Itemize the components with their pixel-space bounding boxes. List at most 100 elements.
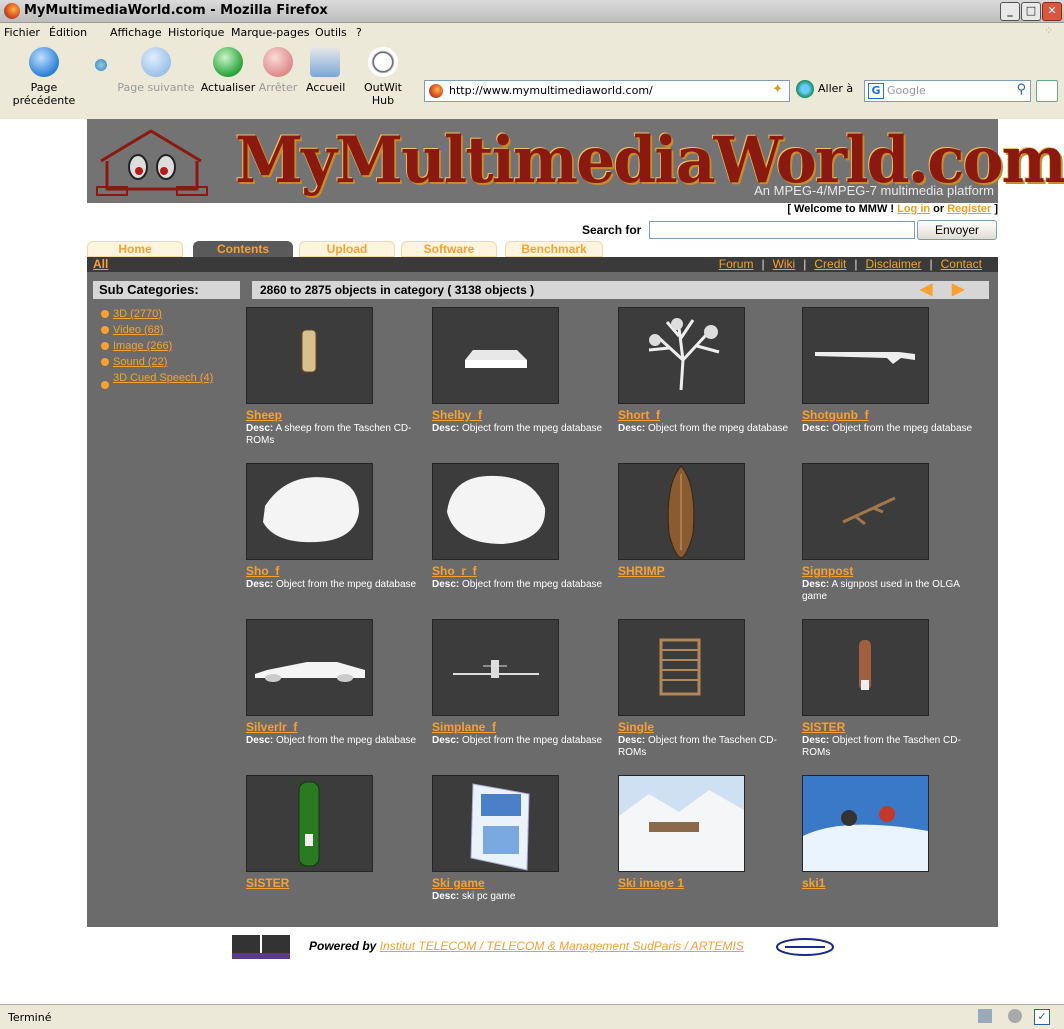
site-search-input[interactable] — [649, 221, 915, 239]
institut-link[interactable]: Institut TELECOM / TELECOM & Management … — [380, 939, 744, 953]
close-button[interactable]: ✕ — [1042, 2, 1062, 21]
search-magnifier-icon[interactable]: ⚲ — [1016, 82, 1026, 97]
minimize-button[interactable]: _ — [1000, 2, 1020, 21]
object-name[interactable]: Sho_f — [246, 564, 426, 578]
welcome-or: or — [930, 203, 948, 215]
object-thumbnail[interactable] — [432, 775, 559, 872]
wiki-link[interactable]: Wiki — [773, 257, 796, 271]
prev-page-arrow-icon[interactable]: ◀ — [920, 281, 932, 299]
desc-text: Object from the mpeg database — [459, 579, 603, 590]
disclaimer-link[interactable]: Disclaimer — [866, 257, 922, 271]
object-name[interactable]: Shotgunb_f — [802, 408, 982, 422]
go-label: Aller à — [818, 82, 854, 95]
menu-outils[interactable]: Outils — [315, 26, 347, 39]
all-link[interactable]: All — [93, 257, 108, 271]
object-thumbnail[interactable] — [246, 775, 373, 872]
stop-button[interactable]: Arrêter — [258, 47, 298, 94]
credit-link[interactable]: Credit — [814, 257, 846, 271]
object-name[interactable]: Simplane_f — [432, 720, 612, 734]
object-thumbnail[interactable] — [432, 307, 559, 404]
menu-help[interactable]: ? — [356, 26, 362, 39]
login-link[interactable]: Log in — [897, 203, 930, 215]
object-thumbnail[interactable] — [618, 307, 745, 404]
menu-historique[interactable]: Historique — [168, 26, 224, 39]
object-name[interactable]: Short_f — [618, 408, 798, 422]
reload-button[interactable]: Actualiser — [200, 47, 256, 94]
page-info-icon[interactable] — [978, 1009, 992, 1023]
tab-home[interactable]: Home — [87, 241, 183, 257]
back-button[interactable]: Page précédente — [2, 47, 86, 107]
address-bar[interactable]: http://www.mymultimediaworld.com/ ✦ — [424, 80, 790, 102]
go-button[interactable]: Aller à — [796, 80, 853, 98]
object-thumbnail[interactable] — [432, 619, 559, 716]
security-icon[interactable] — [1008, 1009, 1022, 1023]
forward-button[interactable]: Page suivante — [116, 47, 196, 94]
object-item: Single Desc: Object from the Taschen CD-… — [618, 619, 798, 759]
object-name[interactable]: ski1 — [802, 876, 982, 890]
object-thumbnail[interactable] — [246, 619, 373, 716]
ski1-thumbnail-icon — [803, 776, 928, 871]
object-thumbnail[interactable] — [618, 619, 745, 716]
object-name[interactable]: SISTER — [246, 876, 426, 890]
desc-text: ski pc game — [459, 891, 516, 902]
object-thumbnail[interactable] — [802, 307, 929, 404]
object-thumbnail[interactable] — [618, 775, 745, 872]
object-thumbnail[interactable] — [246, 463, 373, 560]
object-thumbnail[interactable] — [432, 463, 559, 560]
tab-software[interactable]: Software — [401, 241, 497, 257]
category-sound-link[interactable]: Sound (22) — [113, 356, 167, 368]
history-dropdown-button[interactable] — [90, 47, 112, 75]
home-button[interactable]: Accueil — [306, 47, 345, 94]
back-label: Page précédente — [12, 81, 76, 107]
maximize-button[interactable]: □ — [1021, 2, 1041, 21]
desc-label: Desc: — [246, 423, 274, 434]
object-desc: Desc: Object from the mpeg database — [246, 579, 426, 591]
google-icon: G — [868, 83, 884, 99]
category-cued-speech-link[interactable]: 3D Cued Speech (4) — [113, 372, 213, 384]
menu-edition[interactable]: Édition — [49, 26, 87, 39]
desc-label: Desc: — [618, 735, 646, 746]
object-thumbnail[interactable] — [802, 619, 929, 716]
object-name[interactable]: Ski game — [432, 876, 612, 890]
contact-link[interactable]: Contact — [941, 257, 982, 271]
category-3d-link[interactable]: 3D (2770) — [113, 308, 162, 320]
tab-upload[interactable]: Upload — [299, 241, 395, 257]
object-name[interactable]: Ski image 1 — [618, 876, 798, 890]
outwit-hub-button[interactable]: OutWit Hub — [352, 47, 414, 107]
register-link[interactable]: Register — [947, 203, 991, 215]
stop-icon — [263, 47, 293, 77]
menu-fichier[interactable]: Fichier — [4, 26, 40, 39]
site-favicon-icon — [429, 84, 443, 98]
object-name[interactable]: Sho_r_f — [432, 564, 612, 578]
object-item: Sho_r_f Desc: Object from the mpeg datab… — [432, 463, 612, 591]
bookmark-star-icon[interactable]: ✦ — [772, 82, 783, 97]
envoyer-button[interactable]: Envoyer — [917, 220, 997, 240]
forum-link[interactable]: Forum — [719, 257, 754, 271]
menu-marque-pages[interactable]: Marque-pages — [231, 26, 309, 39]
object-desc: Desc: Object from the Taschen CD-ROMs — [802, 735, 982, 759]
checkbox-icon[interactable]: ✓ — [1034, 1009, 1050, 1025]
object-name[interactable]: Shelby_f — [432, 408, 612, 422]
object-thumbnail[interactable] — [802, 463, 929, 560]
category-video-link[interactable]: Video (68) — [113, 324, 164, 336]
object-item: Shotgunb_f Desc: Object from the mpeg da… — [802, 307, 982, 435]
object-name[interactable]: Silverlr_f — [246, 720, 426, 734]
next-page-arrow-icon[interactable]: ▶ — [952, 281, 964, 299]
menu-affichage[interactable]: Affichage — [110, 26, 162, 39]
object-name[interactable]: SISTER — [802, 720, 982, 734]
outwit-icon — [368, 47, 398, 77]
tab-benchmark[interactable]: Benchmark — [505, 241, 603, 257]
desc-label: Desc: — [246, 735, 274, 746]
windows-icon[interactable] — [1036, 80, 1058, 102]
object-thumbnail[interactable] — [246, 307, 373, 404]
object-thumbnail[interactable] — [618, 463, 745, 560]
object-name[interactable]: SHRIMP — [618, 564, 798, 578]
category-image-link[interactable]: Image (266) — [113, 340, 172, 352]
object-thumbnail[interactable] — [802, 775, 929, 872]
telecom-logo-icon — [232, 935, 290, 959]
object-name[interactable]: Signpost — [802, 564, 982, 578]
object-name[interactable]: Single — [618, 720, 798, 734]
tab-contents[interactable]: Contents — [193, 241, 293, 257]
object-name[interactable]: Sheep — [246, 408, 426, 422]
search-bar[interactable]: G Google ⚲ — [864, 80, 1031, 102]
